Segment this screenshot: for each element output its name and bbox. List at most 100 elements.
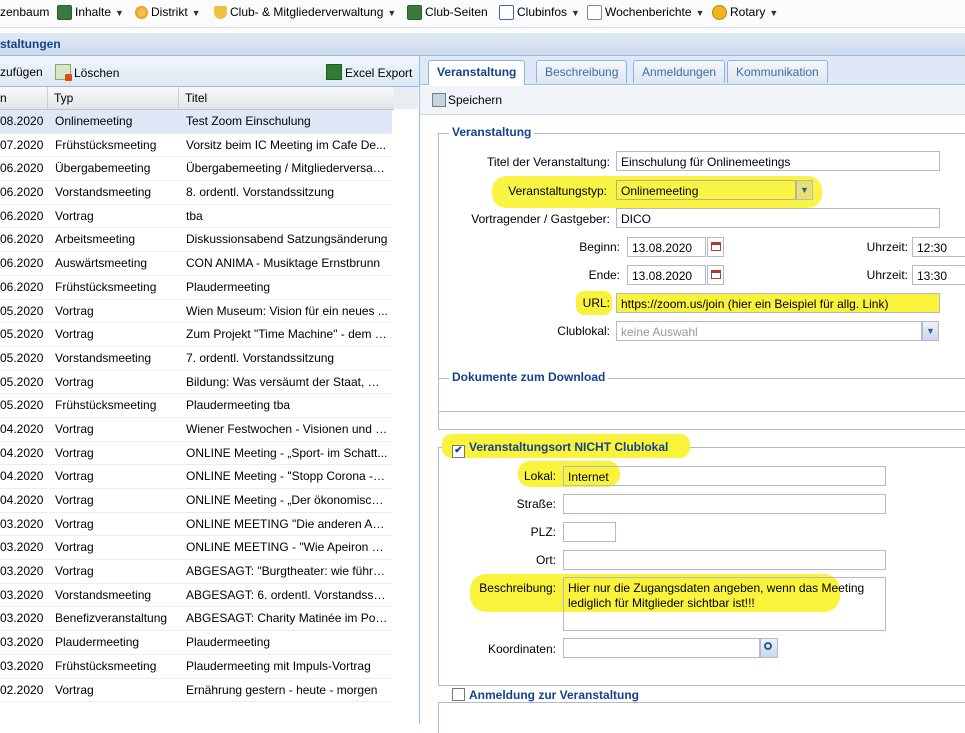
table-row[interactable]: 04.2020 Vortrag ONLINE Meeting - „Der ökon… xyxy=(0,489,392,513)
description-textarea[interactable]: Hier nur die Zugangsdaten angeben, wenn … xyxy=(563,577,886,631)
end-time-field[interactable]: 13:30 xyxy=(912,265,965,285)
tab-anmeldungen[interactable]: Anmeldungen xyxy=(633,60,726,83)
table-icon xyxy=(407,5,422,21)
lokal-field[interactable]: Internet xyxy=(563,466,886,486)
menu-item-stammbaum[interactable]: zenbaum xyxy=(0,0,49,24)
table-row[interactable]: 03.2020 Plaudermeeting Plaudermeeting xyxy=(0,631,392,655)
fieldset-legend-checkbox[interactable]: Anmeldung zur Veranstaltung xyxy=(449,688,643,702)
table-row[interactable]: 05.2020 Vortrag Zum Projekt "Time Machine"… xyxy=(0,323,392,347)
table-row[interactable]: 03.2020 Vortrag ONLINE MEETING - "Wie Apei… xyxy=(0,536,392,561)
chevron-down-icon[interactable]: ▼ xyxy=(796,180,813,200)
table-cell-date: 06.2020 xyxy=(0,256,44,271)
rotary-wheel-icon xyxy=(712,5,727,21)
table-row[interactable]: 03.2020 Benefizveranstaltung ABGESAGT: Cha… xyxy=(0,607,392,632)
table-cell-type: Vorstandsmeeting xyxy=(55,185,152,200)
table-cell-date: 04.2020 xyxy=(0,421,44,436)
table-row[interactable]: 04.2020 Vortrag Wiener Festwochen - Vision… xyxy=(0,418,392,442)
table-cell-date: 04.2020 xyxy=(0,445,44,460)
table-row[interactable]: 05.2020 Vorstandsmeeting 7. ordentl. Vorst… xyxy=(0,347,392,371)
coordinates-field[interactable] xyxy=(563,638,760,658)
table-row[interactable]: 04.2020 Vortrag ONLINE Meeting - „Sport- i… xyxy=(0,442,392,466)
table-cell-type: Vortrag xyxy=(55,564,94,579)
calendar-icon[interactable] xyxy=(707,237,724,257)
table-row[interactable]: 03.2020 Vortrag ONLINE MEETING "Die andere… xyxy=(0,513,392,537)
menu-item-rotary[interactable]: Rotary ▼ xyxy=(712,0,778,24)
table-row[interactable]: 03.2020 Frühstücksmeeting Plaudermeeting m… xyxy=(0,655,392,679)
table-cell-type: Auswärtsmeeting xyxy=(55,256,148,271)
table-row[interactable]: 08.2020 Onlinemeeting Test Zoom Einschulun… xyxy=(0,110,392,134)
menu-item-clubinfos[interactable]: Clubinfos ▼ xyxy=(499,0,580,24)
delete-icon xyxy=(55,64,72,81)
add-button[interactable]: zufügen xyxy=(0,65,43,79)
chevron-down-icon[interactable]: ▼ xyxy=(922,321,939,341)
event-type-select[interactable]: Onlinemeeting xyxy=(616,180,796,200)
table-row[interactable]: 06.2020 Übergabemeeting Übergabemeeting / … xyxy=(0,157,392,182)
calendar-icon[interactable] xyxy=(707,265,724,285)
table-row[interactable]: 06.2020 Vortrag tba xyxy=(0,205,392,229)
fieldset-legend-checkbox[interactable]: ✔ Veranstaltungsort NICHT Clublokal xyxy=(449,440,671,458)
menu-item-inhalte[interactable]: Inhalte ▼ xyxy=(57,0,124,24)
table-cell-title: Bildung: Was versäumt der Staat, wa... xyxy=(186,374,388,389)
url-field[interactable]: https://zoom.us/join (hier ein Beispiel … xyxy=(616,293,940,313)
fieldset-dokumente xyxy=(438,378,965,430)
save-icon xyxy=(432,93,446,107)
menu-item-distrikt[interactable]: Distrikt ▼ xyxy=(135,0,201,24)
menu-item-wochenberichte[interactable]: Wochenberichte ▼ xyxy=(587,0,704,24)
table-row[interactable]: 02.2020 Vortrag Ernährung gestern - heute … xyxy=(0,679,392,703)
menu-item-club-seiten[interactable]: Club-Seiten xyxy=(407,0,488,24)
tab-veranstaltung[interactable]: Veranstaltung xyxy=(428,60,526,85)
table-cell-type: Vortrag xyxy=(55,516,94,531)
table-row[interactable]: 05.2020 Frühstücksmeeting Plaudermeeting t… xyxy=(0,394,392,418)
start-date-field[interactable]: 13.08.2020 xyxy=(627,237,706,257)
venue-select[interactable]: keine Auswahl xyxy=(616,321,922,341)
checkbox-checked[interactable]: ✔ xyxy=(452,445,465,458)
menu-label: Clubinfos xyxy=(517,5,568,19)
table-cell-date: 03.2020 xyxy=(0,564,44,579)
table-icon xyxy=(499,5,514,21)
ort-field[interactable] xyxy=(563,550,886,570)
table-cell-date: 07.2020 xyxy=(0,137,44,152)
checkbox-unchecked[interactable] xyxy=(452,688,465,701)
table-cell-date: 03.2020 xyxy=(0,635,44,650)
column-header-date[interactable]: n xyxy=(0,87,48,109)
tab-kommunikation[interactable]: Kommunikation xyxy=(727,60,828,83)
table-row[interactable]: 06.2020 Arbeitsmeeting Diskussionsabend Sa… xyxy=(0,228,392,253)
table-cell-title: 7. ordentl. Vorstandssitzung xyxy=(186,350,335,365)
excel-export-button[interactable]: Excel Export xyxy=(326,64,412,80)
table-row[interactable]: 05.2020 Vortrag Wien Museum: Vision für ei… xyxy=(0,300,392,324)
tab-beschreibung[interactable]: Beschreibung xyxy=(536,60,628,83)
excel-icon xyxy=(326,64,342,80)
table-cell-date: 02.2020 xyxy=(0,682,44,697)
grid-scrollbar[interactable] xyxy=(394,87,418,109)
table-row[interactable]: 05.2020 Vortrag Bildung: Was versäumt der … xyxy=(0,371,392,395)
table-row[interactable]: 03.2020 Vortrag ABGESAGT: "Burgtheater: wi… xyxy=(0,560,392,584)
street-field[interactable] xyxy=(563,494,886,514)
table-row[interactable]: 06.2020 Vorstandsmeeting 8. ordentl. Vorst… xyxy=(0,181,392,205)
type-label: Veranstaltungstyp: xyxy=(508,184,607,198)
column-header-typ[interactable]: Typ xyxy=(48,87,179,109)
tab-label: Beschreibung xyxy=(545,65,619,79)
table-cell-date: 06.2020 xyxy=(0,161,44,176)
table-row[interactable]: 06.2020 Frühstücksmeeting Plaudermeeting xyxy=(0,276,392,300)
start-time-field[interactable]: 12:30 xyxy=(912,237,965,257)
table-row[interactable]: 03.2020 Vorstandsmeeting ABGESAGT: 6. orde… xyxy=(0,584,392,608)
plz-field[interactable] xyxy=(563,522,616,542)
end-date-field[interactable]: 13.08.2020 xyxy=(627,265,706,285)
column-header-titel[interactable]: Titel xyxy=(179,87,395,109)
save-button[interactable]: Speichern xyxy=(432,93,502,107)
delete-button[interactable]: Löschen xyxy=(55,64,119,81)
fieldset-legend: Veranstaltungsort NICHT Clublokal xyxy=(469,440,669,454)
menu-label: Club-Seiten xyxy=(425,5,488,19)
event-title-field[interactable]: Einschulung für Onlinemeetings xyxy=(616,151,940,171)
tab-label: Kommunikation xyxy=(736,65,819,79)
menu-item-club-mitgliederverwaltung[interactable]: Club- & Mitgliederverwaltung ▼ xyxy=(214,0,396,24)
table-row[interactable]: 04.2020 Vortrag ONLINE Meeting - "Stopp Co… xyxy=(0,465,392,489)
table-row[interactable]: 06.2020 Auswärtsmeeting CON ANIMA - Musikt… xyxy=(0,252,392,276)
table-row[interactable]: 07.2020 Frühstücksmeeting Vorsitz beim IC … xyxy=(0,134,392,158)
speaker-field[interactable]: DICO xyxy=(616,208,940,228)
table-cell-date: 05.2020 xyxy=(0,327,44,342)
search-icon[interactable] xyxy=(760,638,778,658)
table-cell-type: Übergabemeeting xyxy=(55,161,151,176)
table-cell-type: Arbeitsmeeting xyxy=(55,232,136,247)
table-cell-type: Vortrag xyxy=(55,208,94,223)
